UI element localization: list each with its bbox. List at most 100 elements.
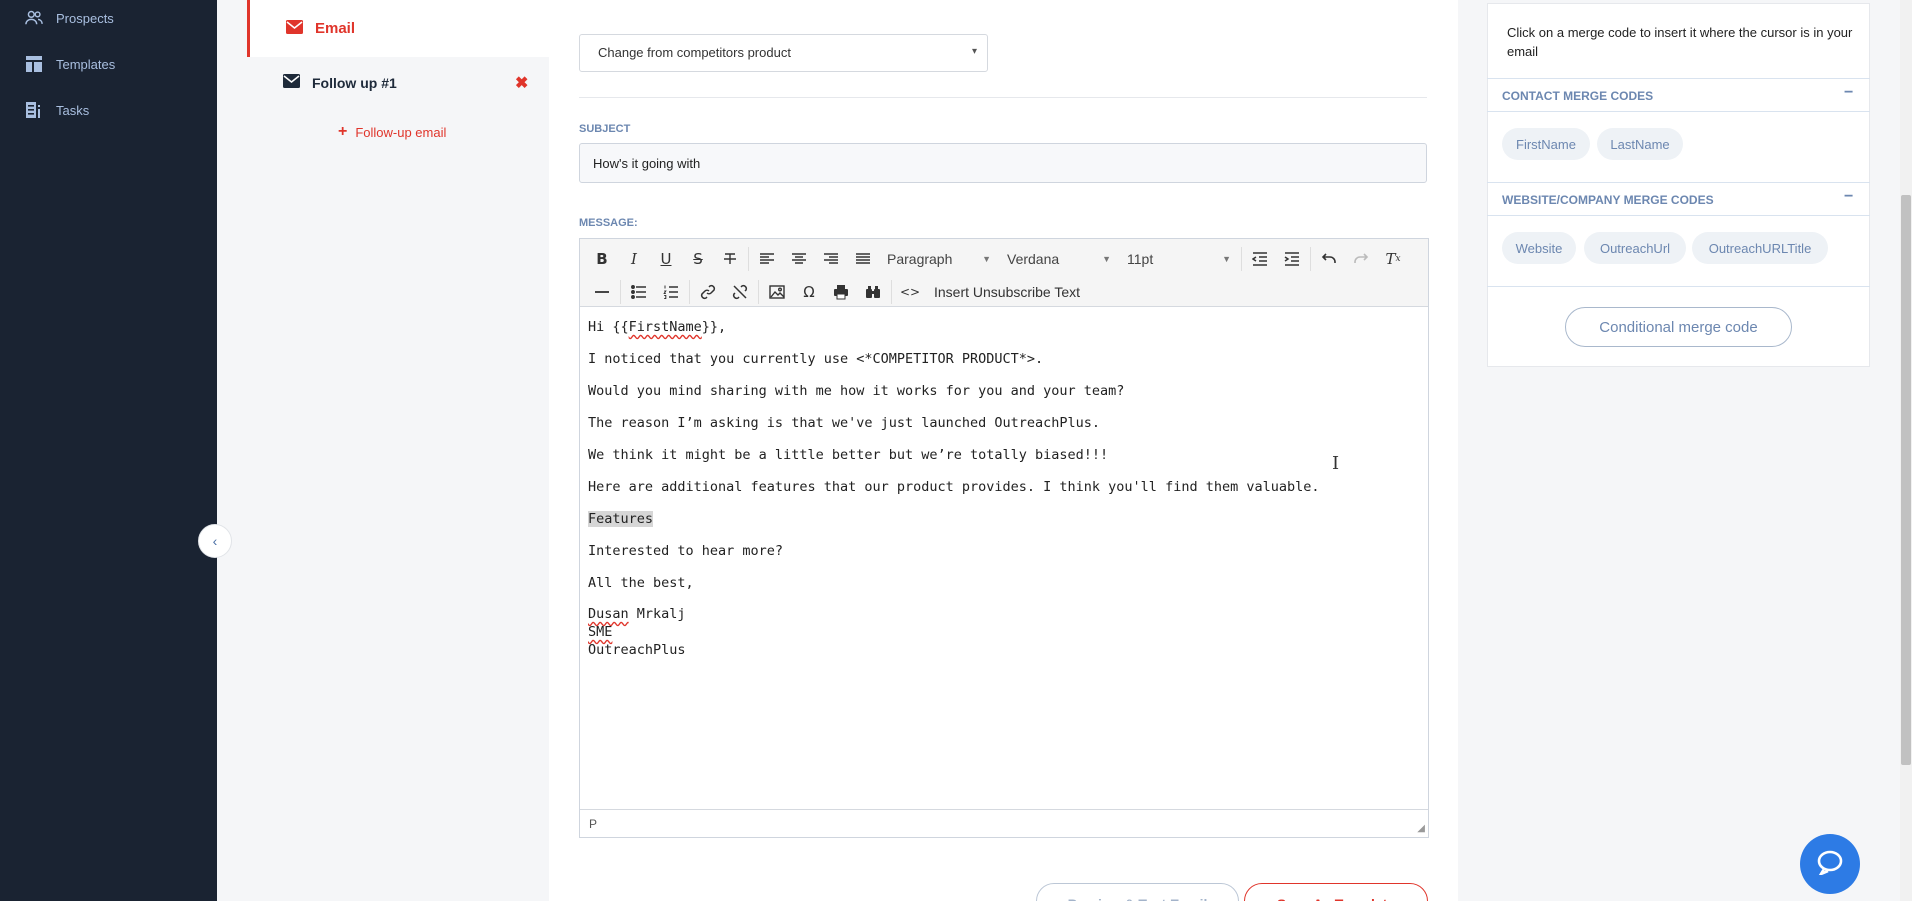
divider (1487, 215, 1870, 216)
subject-input[interactable]: How's it going with (579, 143, 1427, 183)
outdent-icon[interactable] (1244, 245, 1276, 273)
body-line: Here are additional features that our pr… (588, 479, 1320, 495)
body-line: We think it might be a little better but… (588, 447, 1109, 463)
template-select[interactable]: Change from competitors product ▾ (579, 34, 988, 72)
subject-label: SUBJECT (579, 123, 631, 135)
toolbar-separator (620, 280, 621, 304)
strikethrough-button[interactable]: S (682, 245, 714, 273)
align-center-icon[interactable] (783, 245, 815, 273)
text-cursor-icon: I (1332, 453, 1340, 474)
signature: Dusan Mrkalj SME OutreachPlus (588, 605, 1418, 659)
underline-button[interactable]: U (650, 245, 682, 273)
merge-hint: Click on a merge code to insert it where… (1507, 25, 1853, 59)
font-family-select[interactable]: Verdana ▼ (999, 245, 1119, 273)
chevron-left-icon: ‹ (212, 533, 218, 549)
merge-code-firstname[interactable]: FirstName (1502, 128, 1590, 160)
greeting-prefix: Hi {{ (588, 319, 629, 335)
align-left-icon[interactable] (751, 245, 783, 273)
nav-item-prospects[interactable]: Prospects (24, 9, 114, 27)
website-merge-header: WEBSITE/COMPANY MERGE CODES (1502, 193, 1714, 207)
tasks-icon (24, 101, 44, 119)
editor-statusbar: P ◢ (580, 809, 1428, 837)
body-line: Would you mind sharing with me how it wo… (588, 383, 1125, 399)
envelope-icon (286, 20, 303, 39)
message-body[interactable]: Hi {{FirstName}}, I noticed that you cur… (588, 317, 1418, 659)
divider (1487, 182, 1870, 183)
body-line: Hi {{FirstName}}, (588, 317, 1418, 349)
body-line: I noticed that you currently use <*COMPE… (588, 351, 1044, 367)
nav-item-tasks[interactable]: Tasks (24, 101, 89, 119)
add-followup-label: Follow-up email (355, 124, 447, 140)
toolbar-separator (758, 280, 759, 304)
clear-format-icon[interactable] (714, 245, 746, 273)
delete-step-icon[interactable]: ✖ (515, 73, 528, 93)
scrollbar-thumb[interactable] (1901, 195, 1911, 765)
divider (1487, 286, 1870, 287)
caret-down-icon: ▼ (1222, 254, 1231, 264)
block-format-select[interactable]: Paragraph ▼ (879, 245, 999, 273)
divider (1487, 78, 1870, 79)
collapse-contact-toggle[interactable]: − (1844, 84, 1853, 102)
indent-icon[interactable] (1276, 245, 1308, 273)
align-right-icon[interactable] (815, 245, 847, 273)
save-as-template-button[interactable]: Save As Template (1244, 883, 1428, 901)
merge-code-website[interactable]: Website (1502, 232, 1576, 264)
nav-label-templates: Templates (56, 56, 116, 72)
step-followup-1[interactable]: Follow up #1 ✖ (247, 60, 549, 108)
italic-button[interactable]: I (618, 245, 650, 273)
merge-code-lastname[interactable]: LastName (1597, 128, 1683, 160)
special-char-icon[interactable]: Ω (793, 278, 825, 306)
divider (579, 97, 1427, 98)
step-email-label: Email (315, 20, 356, 37)
link-icon[interactable] (692, 278, 724, 306)
undo-icon[interactable] (1313, 245, 1345, 273)
toolbar-separator (891, 280, 892, 304)
chat-icon (1816, 849, 1844, 880)
sig-first-name: Dusan (588, 606, 629, 622)
toolbar-separator (689, 280, 690, 304)
step-followup-label: Follow up #1 (312, 75, 397, 91)
sig-last-name: Mrkalj (628, 606, 686, 622)
add-followup-button[interactable]: + Follow-up email (338, 123, 446, 141)
caret-down-icon: ▼ (1102, 254, 1111, 264)
collapse-website-toggle[interactable]: − (1844, 188, 1853, 206)
resize-handle-icon[interactable]: ◢ (1417, 823, 1425, 834)
plus-icon: + (338, 123, 348, 140)
collapse-sidebar-button[interactable]: ‹ (198, 524, 232, 558)
font-size-value: 11pt (1127, 251, 1154, 267)
bullet-list-icon[interactable] (623, 278, 655, 306)
sig-company: OutreachPlus (588, 642, 686, 658)
step-email[interactable]: Email (247, 0, 549, 57)
nav-item-templates[interactable]: Templates (24, 55, 115, 73)
users-icon (24, 9, 44, 27)
chat-support-button[interactable] (1800, 834, 1860, 894)
horizontal-rule-icon[interactable] (586, 278, 618, 306)
divider (1487, 111, 1870, 112)
remove-format-icon[interactable]: Tx (1377, 245, 1409, 273)
message-label: MESSAGE: (579, 217, 638, 229)
image-icon[interactable] (761, 278, 793, 306)
preview-test-email-button[interactable]: Preview & Test Email (1036, 883, 1239, 901)
redo-icon[interactable] (1345, 245, 1377, 273)
editor-toolbar: B I U S Paragraph ▼ Verdana ▼ 11pt ▼ T x… (580, 239, 1428, 307)
nav-label-prospects: Prospects (56, 10, 114, 26)
block-format-value: Paragraph (887, 251, 953, 267)
align-justify-icon[interactable] (847, 245, 879, 273)
contact-merge-header: CONTACT MERGE CODES (1502, 89, 1654, 103)
body-line: The reason I’m asking is that we've just… (588, 415, 1101, 431)
element-path: P (589, 817, 598, 831)
find-replace-icon[interactable] (857, 278, 889, 306)
bold-button[interactable]: B (586, 245, 618, 273)
source-code-icon[interactable]: <> (894, 278, 926, 306)
merge-code-outreachurl[interactable]: OutreachUrl (1584, 232, 1686, 264)
templates-icon (24, 55, 44, 73)
font-size-select[interactable]: 11pt ▼ (1119, 245, 1239, 273)
font-family-value: Verdana (1007, 251, 1060, 267)
conditional-merge-code-button[interactable]: Conditional merge code (1565, 307, 1792, 347)
numbered-list-icon[interactable] (655, 278, 687, 306)
insert-unsubscribe-button[interactable]: Insert Unsubscribe Text (926, 284, 1088, 300)
merge-code-outreachurltitle[interactable]: OutreachURLTitle (1692, 232, 1828, 264)
greeting-suffix: }}, (701, 319, 727, 335)
unlink-icon[interactable] (724, 278, 756, 306)
print-icon[interactable] (825, 278, 857, 306)
